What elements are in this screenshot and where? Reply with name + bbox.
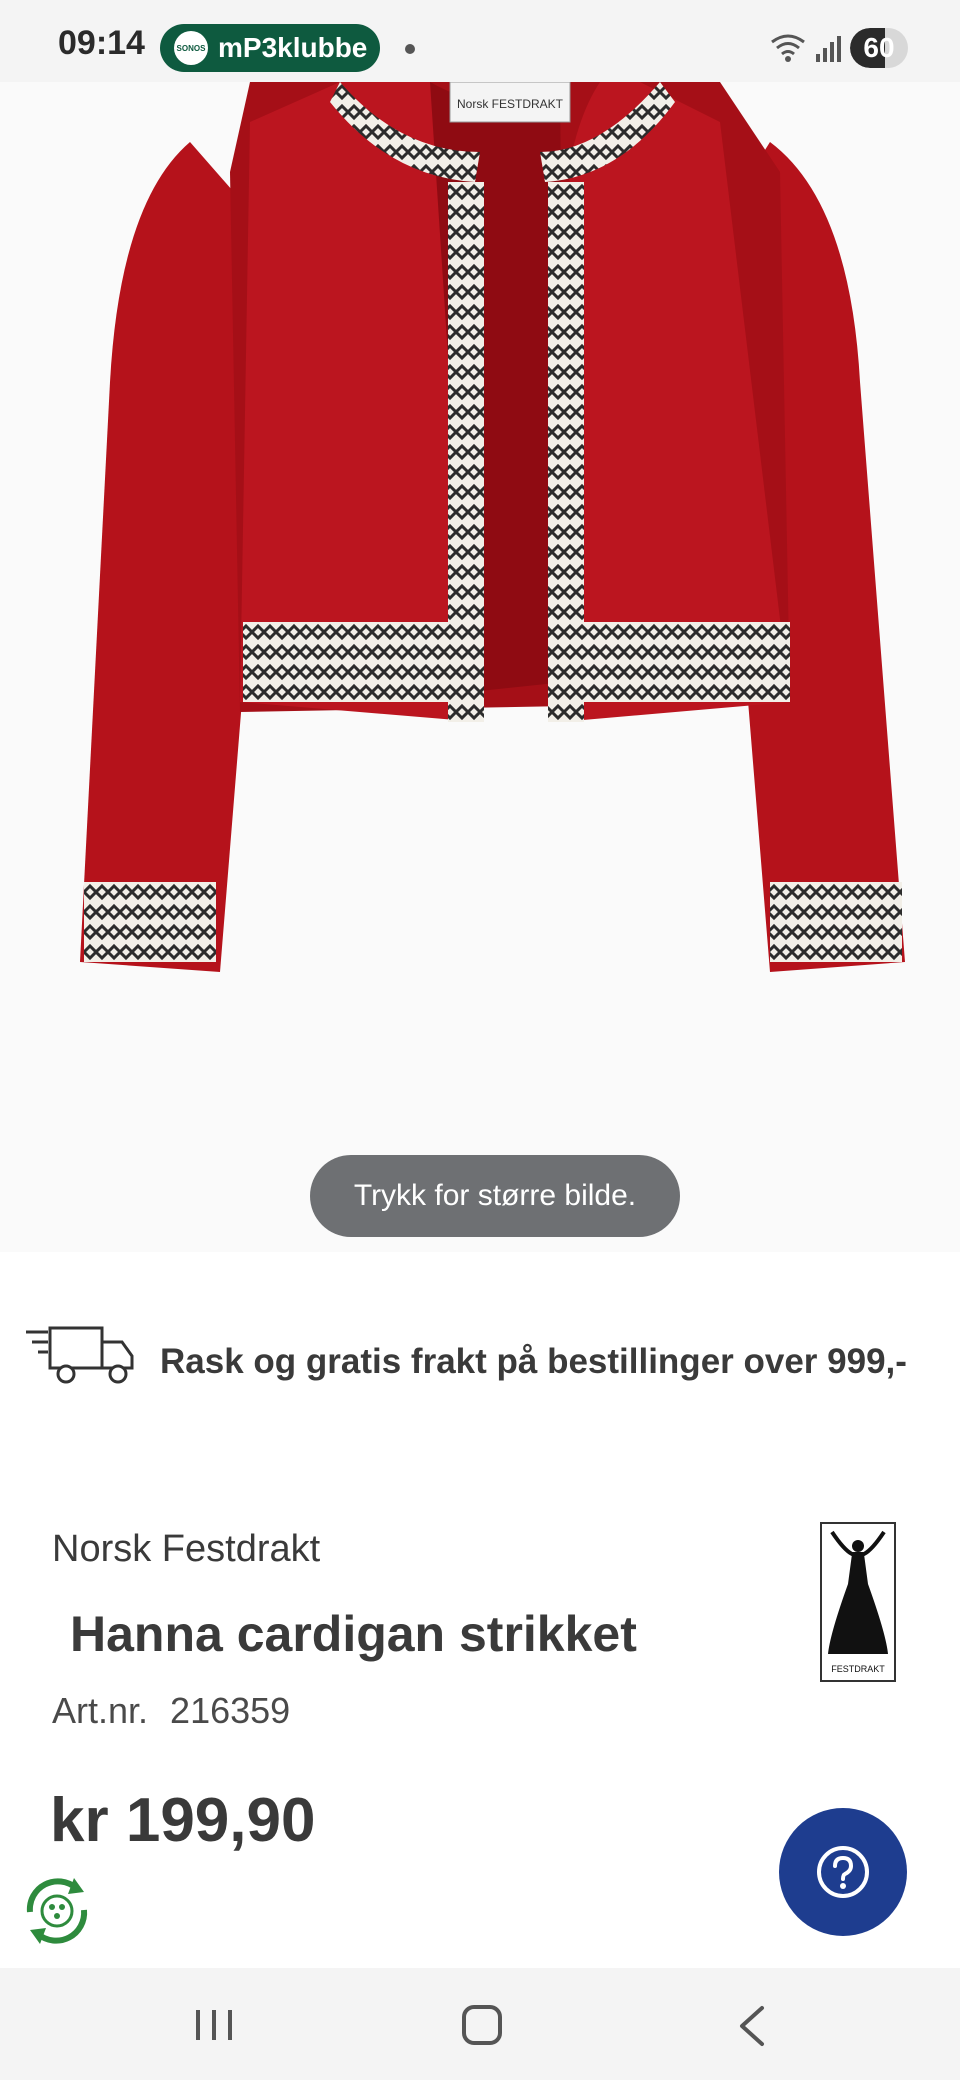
recent-apps-icon[interactable] xyxy=(194,2008,234,2042)
shipping-banner: Rask og gratis frakt på bestillinger ove… xyxy=(0,1300,960,1440)
signal-icon xyxy=(816,36,841,62)
neck-label-text: Norsk FESTDRAKT xyxy=(457,97,564,111)
battery-level-text: 60 xyxy=(863,32,895,63)
recycle-icon[interactable] xyxy=(18,1872,96,1950)
status-time: 09:14 xyxy=(58,24,145,62)
status-bar: 09:14 SONOS mP3klubbe 60 xyxy=(0,0,960,82)
shipping-text: Rask og gratis frakt på bestillinger ove… xyxy=(160,1342,907,1381)
notification-dot-icon xyxy=(405,44,415,54)
sonos-icon: SONOS xyxy=(174,31,208,65)
question-icon xyxy=(817,1846,869,1898)
battery-indicator: 60 xyxy=(850,28,908,68)
sonos-notification-pill[interactable]: SONOS mP3klubbe xyxy=(160,24,380,72)
home-icon[interactable] xyxy=(462,2005,502,2045)
article-number-label: Art.nr. xyxy=(52,1690,149,1731)
notification-app-name: mP3klubbe xyxy=(218,32,368,63)
article-number-value: 216359 xyxy=(170,1690,291,1731)
product-price: kr 199,90 xyxy=(50,1786,316,1855)
wifi-icon xyxy=(771,34,805,62)
truck-icon xyxy=(26,1326,134,1384)
back-icon[interactable] xyxy=(736,2004,766,2048)
article-number: Art.nr. 216359 xyxy=(52,1690,302,1732)
dress-logo-icon: FESTDRAKT xyxy=(828,1530,888,1674)
logo-text: FESTDRAKT xyxy=(831,1664,885,1674)
page: 09:14 SONOS mP3klubbe 60 Norsk FESTDRAKT… xyxy=(0,0,960,2080)
brand-logo[interactable]: FESTDRAKT xyxy=(820,1522,896,1682)
help-button[interactable] xyxy=(779,1808,907,1936)
product-title: Hanna cardigan strikket xyxy=(70,1606,637,1662)
product-image[interactable]: Norsk FESTDRAKT Trykk for større bilde. xyxy=(0,82,960,1252)
product-brand[interactable]: Norsk Festdrakt xyxy=(52,1528,320,1571)
cardigan-illustration: Norsk FESTDRAKT xyxy=(80,82,905,972)
tap-for-larger-image-hint[interactable]: Trykk for større bilde. xyxy=(310,1155,680,1237)
